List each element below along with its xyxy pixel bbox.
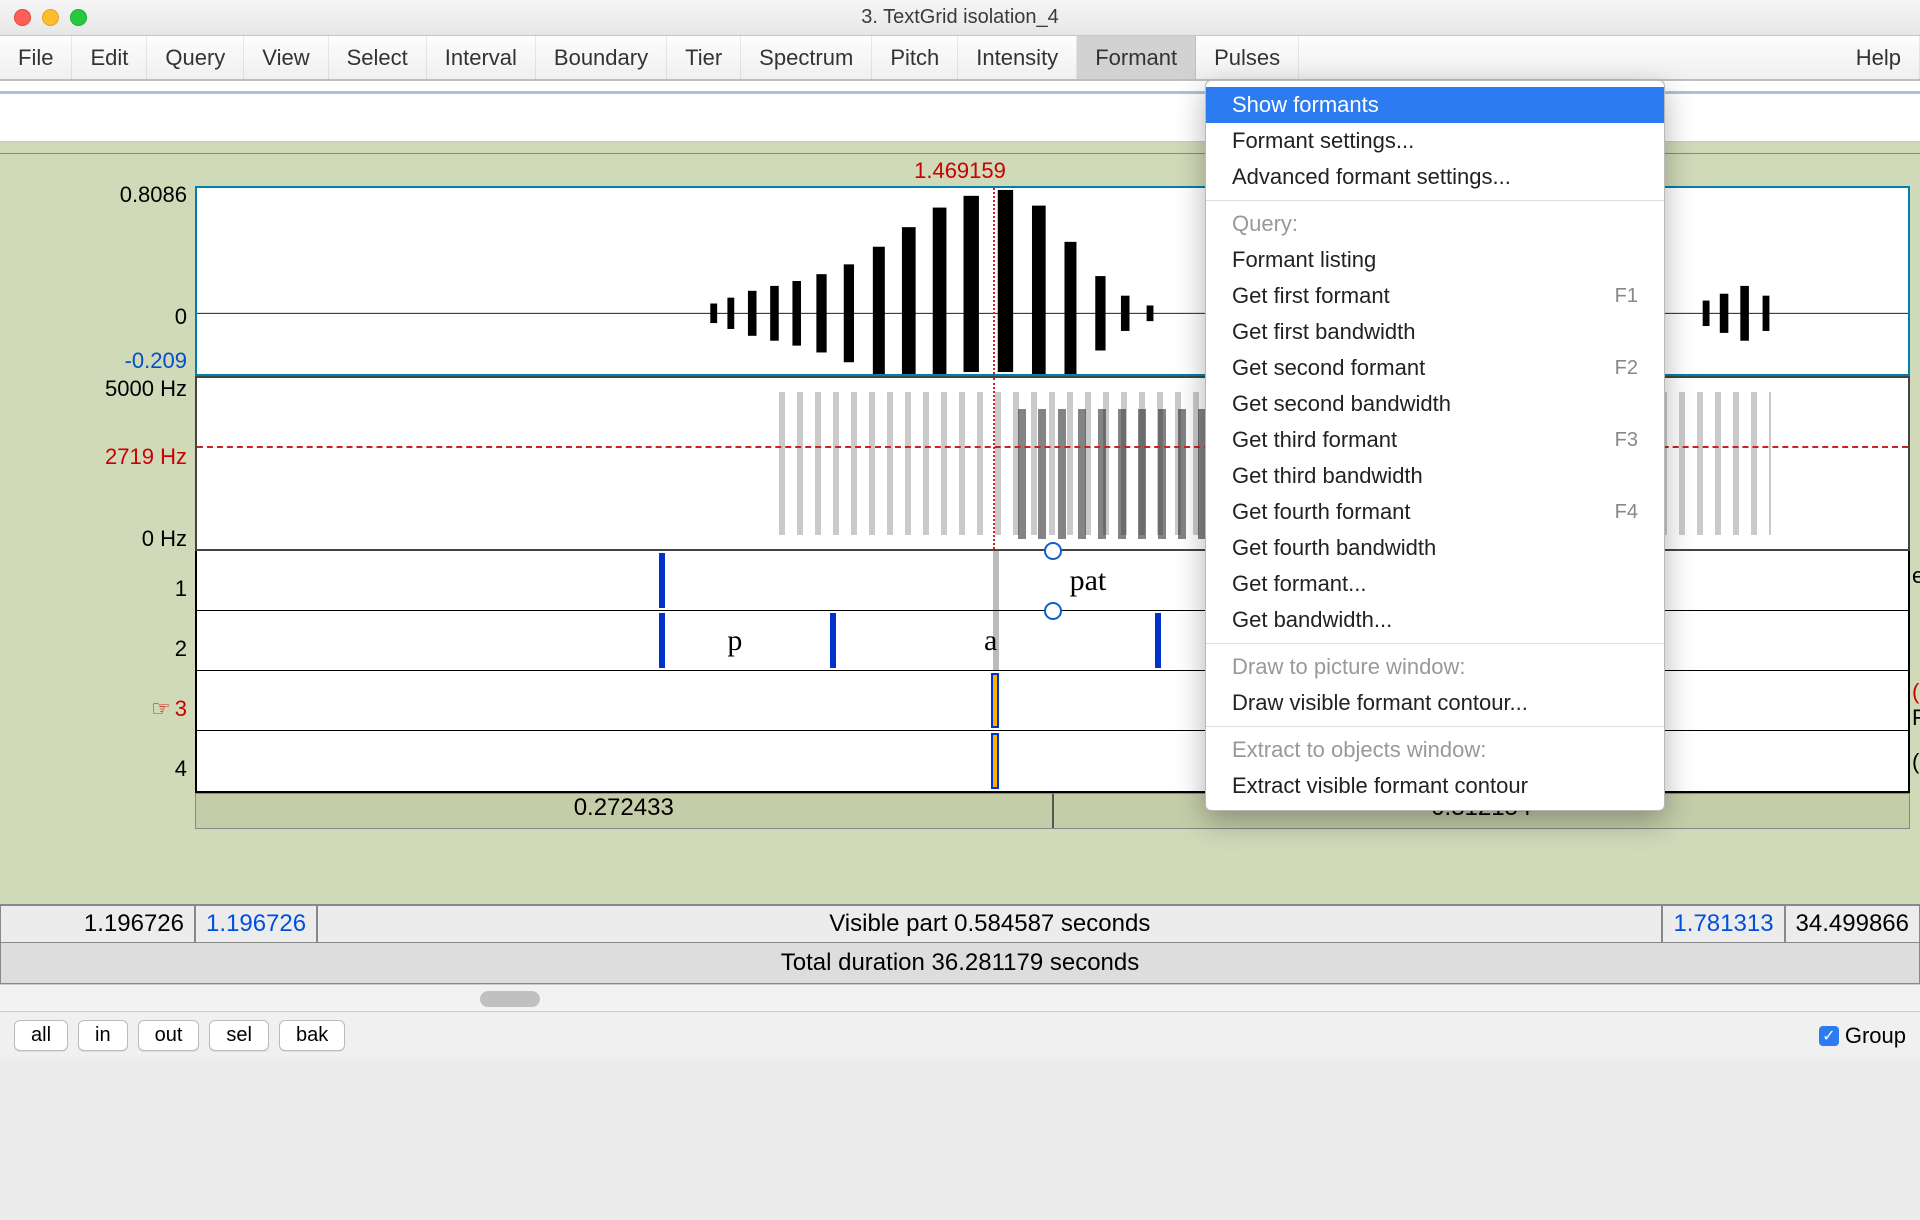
menu-tier[interactable]: Tier [667, 36, 741, 79]
menu-query[interactable]: Query [147, 36, 244, 79]
tier-count-label: (1/1) [1912, 679, 1920, 705]
minimize-icon[interactable] [42, 9, 59, 26]
interval-label: pat [1070, 564, 1107, 598]
menu-get-second-bandwidth[interactable]: Get second bandwidth [1206, 386, 1664, 422]
menu-header-extract: Extract to objects window: [1206, 732, 1664, 768]
tier-right-label: eme [1912, 563, 1920, 588]
window-title: 3. TextGrid isolation_4 [861, 6, 1059, 29]
titlebar: 3. TextGrid isolation_4 [0, 0, 1920, 36]
zoom-icon[interactable] [70, 9, 87, 26]
menu-pulses[interactable]: Pulses [1196, 36, 1299, 79]
spec-cursor-label: 2719 Hz [105, 444, 187, 470]
menu-get-fourth-formant[interactable]: Get fourth formantF4 [1206, 494, 1664, 530]
tier-num-1: 1 [175, 576, 187, 602]
zoom-in-button[interactable]: in [78, 1020, 128, 1051]
menu-header-draw: Draw to picture window: [1206, 649, 1664, 685]
cursor-line [993, 188, 995, 374]
spec-max-label: 5000 Hz [105, 376, 187, 402]
window-end-outer: 34.499866 [1786, 906, 1919, 942]
insertion-circle-icon[interactable] [1044, 602, 1062, 620]
tier-num-2: 2 [175, 636, 187, 662]
menu-get-third-bandwidth[interactable]: Get third bandwidth [1206, 458, 1664, 494]
window-start: 1.196726 [196, 906, 318, 942]
zoom-all-button[interactable]: all [14, 1020, 68, 1051]
menu-file[interactable]: File [0, 36, 72, 79]
segment-a: a [984, 624, 997, 658]
spec-min-label: 0 Hz [142, 526, 187, 552]
menu-boundary[interactable]: Boundary [536, 36, 667, 79]
zoom-sel-button[interactable]: sel [209, 1020, 269, 1051]
menu-intensity[interactable]: Intensity [958, 36, 1077, 79]
time-info-row: 1.196726 1.196726 Visible part 0.584587 … [0, 904, 1920, 943]
menu-get-first-bandwidth[interactable]: Get first bandwidth [1206, 314, 1664, 350]
boundary-marker[interactable] [659, 613, 665, 668]
boundary-marker[interactable] [659, 553, 665, 608]
group-label: Group [1845, 1023, 1906, 1049]
menu-spectrum[interactable]: Spectrum [741, 36, 872, 79]
menubar: File Edit Query View Select Interval Bou… [0, 36, 1920, 80]
menu-get-second-formant[interactable]: Get second formantF2 [1206, 350, 1664, 386]
wave-selection-label: -0.209 [125, 348, 187, 374]
close-icon[interactable] [14, 9, 31, 26]
wave-zero-label: 0 [175, 304, 187, 330]
menu-pitch[interactable]: Pitch [872, 36, 958, 79]
tier-num-4: 4 [175, 756, 187, 782]
horizontal-scrollbar[interactable] [0, 984, 1920, 1012]
menu-show-formants[interactable]: Show formants [1206, 87, 1664, 123]
group-checkbox[interactable]: ✓ Group [1819, 1023, 1906, 1049]
menu-formant[interactable]: Formant [1077, 36, 1196, 79]
insertion-circle-icon[interactable] [1044, 542, 1062, 560]
boundary-marker[interactable] [830, 613, 836, 668]
tier-num-3: ☞3 [151, 696, 187, 722]
visible-part-label: Visible part 0.584587 seconds [318, 906, 1663, 942]
bottom-toolbar: all in out sel bak ✓ Group [0, 1012, 1920, 1059]
menu-select[interactable]: Select [329, 36, 427, 79]
segment-p: p [727, 624, 742, 658]
cursor-line [993, 378, 995, 549]
window-end: 1.781313 [1663, 906, 1785, 942]
menu-formant-settings[interactable]: Formant settings... [1206, 123, 1664, 159]
cursor-time-label: 1.469159 [914, 158, 1006, 184]
menu-draw-visible-formant[interactable]: Draw visible formant contour... [1206, 685, 1664, 721]
total-duration-label: Total duration 36.281179 seconds [0, 943, 1920, 984]
point-marker[interactable] [993, 675, 997, 726]
menu-advanced-formant-settings[interactable]: Advanced formant settings... [1206, 159, 1664, 195]
menu-get-formant[interactable]: Get formant... [1206, 566, 1664, 602]
menu-get-third-formant[interactable]: Get third formantF3 [1206, 422, 1664, 458]
menu-header-query: Query: [1206, 206, 1664, 242]
checkbox-checked-icon: ✓ [1819, 1026, 1839, 1046]
boundary-marker[interactable] [1155, 613, 1161, 668]
menu-get-fourth-bandwidth[interactable]: Get fourth bandwidth [1206, 530, 1664, 566]
zoom-back-button[interactable]: bak [279, 1020, 345, 1051]
menu-edit[interactable]: Edit [72, 36, 147, 79]
menu-view[interactable]: View [244, 36, 328, 79]
wave-max-label: 0.8086 [120, 182, 187, 208]
menu-formant-listing[interactable]: Formant listing [1206, 242, 1664, 278]
zoom-out-button[interactable]: out [138, 1020, 200, 1051]
menu-help[interactable]: Help [1838, 36, 1920, 79]
selection-left-dur: 0.272433 [196, 794, 1054, 828]
cursor-marker [993, 551, 999, 610]
tier-count-label: (1) [1912, 749, 1920, 774]
point-marker[interactable] [993, 735, 997, 787]
menu-get-bandwidth[interactable]: Get bandwidth... [1206, 602, 1664, 638]
axis-left: 0.8086 0 -0.209 5000 Hz 2719 Hz 0 Hz 1 2… [0, 186, 195, 904]
formant-menu-dropdown: Show formants Formant settings... Advanc… [1205, 80, 1665, 811]
menu-extract-visible-formant[interactable]: Extract visible formant contour [1206, 768, 1664, 804]
window-controls [14, 9, 87, 26]
menu-interval[interactable]: Interval [427, 36, 536, 79]
window-start-outer: 1.196726 [1, 906, 196, 942]
scrollbar-thumb[interactable] [480, 991, 540, 1007]
menu-get-first-formant[interactable]: Get first formantF1 [1206, 278, 1664, 314]
hand-icon: ☞ [151, 696, 171, 721]
tier-name-label: F2 [1912, 705, 1920, 731]
